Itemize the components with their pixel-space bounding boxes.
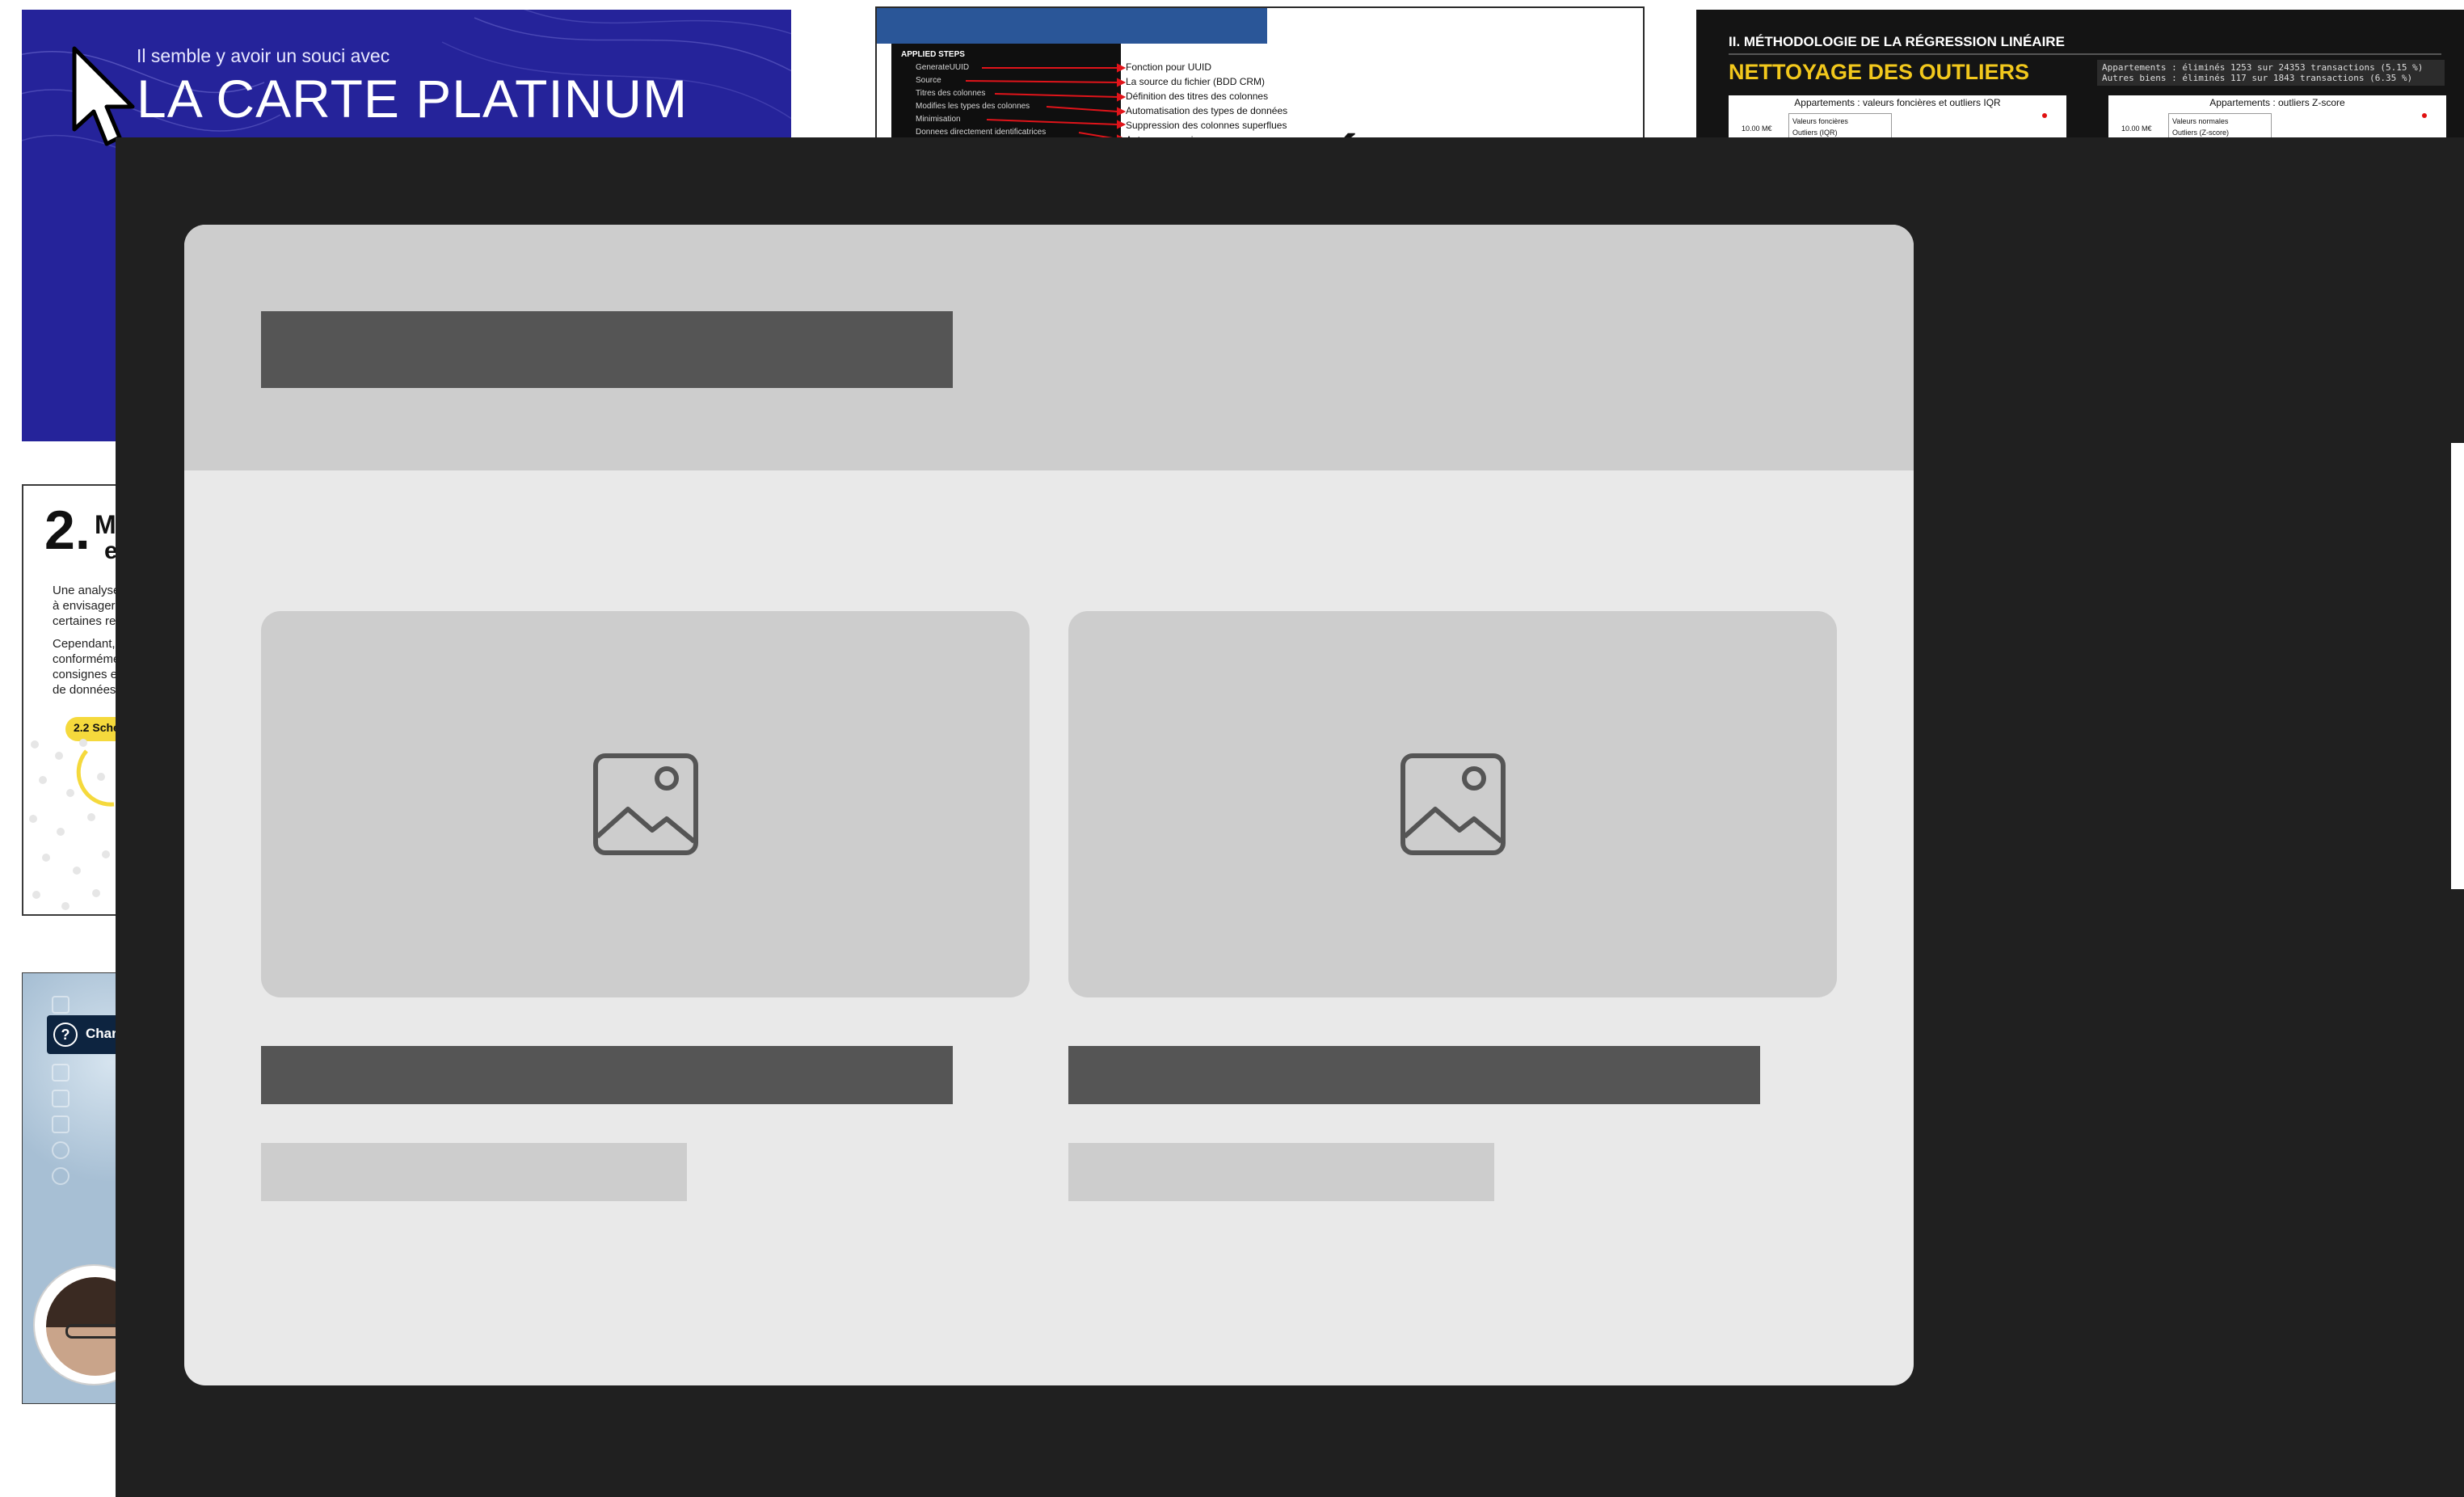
outlier-point: [2042, 113, 2047, 118]
skeleton-subtext: [1068, 1143, 1494, 1201]
question-icon: ?: [53, 1023, 78, 1047]
step-description: Suppression des colonnes superflues: [1126, 120, 1287, 131]
outlier-summary-note: Appartements : éliminés 1253 sur 24353 t…: [2097, 60, 2445, 86]
legend-entry: Valeurs foncières: [1792, 117, 1848, 125]
skeleton-title: [261, 311, 953, 388]
screen: Il semble y avoir un souci avec LA CARTE…: [0, 0, 2464, 1497]
skeleton-subtext: [261, 1143, 687, 1201]
loading-modal: [184, 225, 1914, 1385]
step-description: Définition des titres des colonnes: [1126, 91, 1269, 102]
note-line: Appartements : éliminés 1253 sur 24353 t…: [2102, 62, 2424, 73]
faded-icon: [52, 1064, 69, 1082]
modal-header: [184, 225, 1914, 470]
faded-icon: [52, 996, 69, 1014]
chart-title: Appartements : outliers Z-score: [2209, 97, 2345, 108]
legend-entry: Valeurs normales: [2172, 117, 2229, 125]
image-placeholder: [1068, 611, 1837, 997]
legend-entry: Outliers (Z-score): [2172, 129, 2230, 137]
y-tick-label: 10.00 M€: [2121, 124, 2152, 133]
section-title: M: [95, 510, 116, 539]
overlay-edge-gap: [2451, 443, 2464, 889]
slide-thumbnail-outliers[interactable]: II. MÉTHODOLOGIE DE LA RÉGRESSION LINÉAI…: [1696, 10, 2464, 147]
step-description: Fonction pour UUID: [1126, 61, 1212, 73]
slide-heading: NETTOYAGE DES OUTLIERS: [1729, 60, 2030, 84]
chart-title: Appartements : valeurs foncières et outl…: [1794, 97, 2001, 108]
slide-kicker: Il semble y avoir un souci avec: [137, 45, 390, 66]
arrow-cursor-icon: [72, 46, 135, 146]
step-description: La source du fichier (BDD CRM): [1126, 76, 1266, 87]
image-icon: [1400, 753, 1506, 855]
step-description: Automatisation des types de données: [1126, 105, 1288, 116]
outlier-point: [2422, 113, 2427, 118]
legend-entry: Outliers (IQR): [1792, 129, 1838, 137]
section-number: 2.: [44, 500, 91, 561]
skeleton-heading: [261, 1046, 953, 1104]
faded-icon: [52, 1090, 69, 1107]
skeleton-heading: [1068, 1046, 1760, 1104]
image-placeholder: [261, 611, 1030, 997]
faded-icon: [52, 1115, 69, 1133]
section-label: II. MÉTHODOLOGIE DE LA RÉGRESSION LINÉAI…: [1729, 34, 2065, 49]
dot-pattern: [29, 739, 115, 910]
slide-title: LA CARTE PLATINUM: [137, 69, 689, 129]
y-tick-label: 10.00 M€: [1742, 124, 1772, 133]
section-divider: [1729, 53, 2441, 55]
note-line: Autres biens : éliminés 117 sur 1843 tra…: [2102, 73, 2413, 83]
globe-icon: [52, 1141, 69, 1159]
image-icon: [592, 753, 698, 855]
faded-icon: [52, 1167, 69, 1185]
